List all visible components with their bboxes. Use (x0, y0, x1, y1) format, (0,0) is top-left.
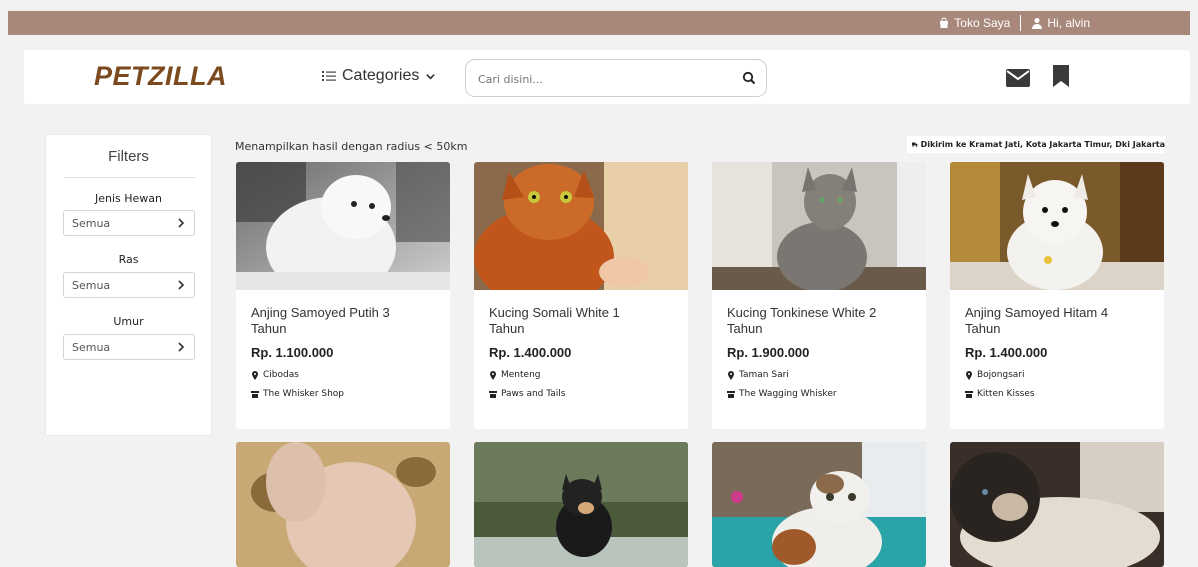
search-box (465, 59, 767, 97)
delivery-location[interactable]: Dikirim ke Kramat Jati, Kota Jakarta Tim… (907, 136, 1165, 153)
store-icon (727, 390, 735, 398)
product-price: Rp. 1.100.000 (251, 345, 334, 360)
results-summary: Menampilkan hasil dengan radius < 50km (235, 140, 468, 153)
shop-text: Paws and Tails (501, 389, 566, 399)
filter-value: Semua (72, 216, 111, 230)
location-pin-icon (252, 370, 258, 380)
product-price: Rp. 1.400.000 (965, 345, 1048, 360)
product-shop[interactable]: Paws and Tails (489, 389, 565, 399)
list-icon (322, 71, 336, 81)
product-price: Rp. 1.400.000 (489, 345, 572, 360)
product-card[interactable]: calico-scottish-fold-cat-photo (712, 442, 926, 567)
filter-label-breed: Ras (118, 253, 139, 266)
shop-text: The Wagging Whisker (739, 389, 837, 399)
my-shop-link[interactable]: Toko Saya (938, 16, 1010, 30)
user-menu[interactable]: Hi, alvin (1031, 16, 1090, 30)
filter-value: Semua (72, 278, 111, 292)
chevron-right-icon (178, 218, 185, 228)
product-image[interactable]: black-shiba-dog-photo (474, 442, 688, 567)
product-image[interactable]: calico-scottish-fold-cat-photo (712, 442, 926, 567)
product-location: Cibodas (251, 370, 299, 380)
my-shop-label: Toko Saya (954, 16, 1011, 30)
product-image[interactable]: white-samoyed-dog-photo (236, 162, 450, 290)
product-image[interactable]: siamese-cat-photo (950, 442, 1164, 567)
product-shop[interactable]: Kitten Kisses (965, 389, 1035, 399)
user-icon (1032, 18, 1043, 29)
filters-title: Filters (108, 148, 149, 165)
product-name[interactable]: Anjing Samoyed Hitam 4 Tahun (965, 305, 1125, 337)
product-name[interactable]: Kucing Somali White 1 Tahun (489, 305, 649, 337)
chevron-right-icon (178, 342, 185, 352)
filter-select-animal-type[interactable]: Semua (63, 210, 195, 236)
categories-dropdown[interactable]: Categories (322, 67, 436, 85)
search-icon[interactable] (742, 71, 756, 85)
filter-label-animal-type: Jenis Hewan (94, 192, 162, 205)
filters-panel: Filters Jenis Hewan Semua Ras Semua Umur… (45, 134, 212, 436)
store-icon (489, 390, 497, 398)
filter-value: Semua (72, 340, 111, 354)
filter-label-age: Umur (113, 315, 144, 328)
location-pin-icon (490, 370, 496, 380)
location-text: Taman Sari (739, 370, 789, 380)
brand-logo[interactable]: PETZILLA (94, 61, 227, 92)
product-image[interactable]: orange-somali-cat-photo (474, 162, 688, 290)
mail-icon[interactable] (1006, 69, 1030, 87)
product-card[interactable]: orange-somali-cat-photo Kucing Somali Wh… (474, 162, 688, 429)
product-price: Rp. 1.900.000 (727, 345, 810, 360)
product-location: Taman Sari (727, 370, 789, 380)
product-shop[interactable]: The Wagging Whisker (727, 389, 837, 399)
top-bar: Toko Saya Hi, alvin (8, 11, 1190, 35)
delivery-text: Dikirim ke Kramat Jati, Kota Jakarta Tim… (920, 140, 1165, 149)
location-pin-icon (966, 370, 972, 380)
product-name[interactable]: Anjing Samoyed Putih 3 Tahun (251, 305, 411, 337)
filter-select-breed[interactable]: Semua (63, 272, 195, 298)
shop-text: The Whisker Shop (263, 389, 345, 399)
main-navbar: PETZILLA Categories (24, 50, 1190, 104)
user-greeting: Hi, alvin (1047, 16, 1090, 30)
filters-divider (64, 177, 196, 178)
product-card[interactable]: samoyed-dog-indoor-photo Anjing Samoyed … (950, 162, 1164, 429)
product-card[interactable]: black-shiba-dog-photo (474, 442, 688, 567)
product-card[interactable]: hairless-sphynx-cat-photo (236, 442, 450, 567)
chevron-down-icon (426, 73, 436, 80)
topbar-divider (1020, 15, 1022, 31)
location-text: Bojongsari (977, 370, 1025, 380)
product-image[interactable]: grey-tonkinese-cat-photo (712, 162, 926, 290)
search-input[interactable] (478, 69, 728, 89)
product-shop[interactable]: The Whisker Shop (251, 389, 344, 399)
filter-select-age[interactable]: Semua (63, 334, 195, 360)
location-text: Cibodas (263, 370, 299, 380)
location-pin-icon (728, 370, 734, 380)
product-image[interactable]: samoyed-dog-indoor-photo (950, 162, 1164, 290)
product-card[interactable]: grey-tonkinese-cat-photo Kucing Tonkines… (712, 162, 926, 429)
chevron-right-icon (178, 280, 185, 290)
categories-label: Categories (342, 67, 420, 84)
product-card[interactable]: siamese-cat-photo (950, 442, 1164, 567)
store-icon (965, 390, 973, 398)
product-image[interactable]: hairless-sphynx-cat-photo (236, 442, 450, 567)
product-card[interactable]: white-samoyed-dog-photo Anjing Samoyed P… (236, 162, 450, 429)
store-icon (251, 390, 259, 398)
product-name[interactable]: Kucing Tonkinese White 2 Tahun (727, 305, 887, 337)
bookmark-icon[interactable] (1053, 65, 1069, 87)
product-location: Bojongsari (965, 370, 1025, 380)
location-text: Menteng (501, 370, 541, 380)
shop-text: Kitten Kisses (977, 389, 1035, 399)
product-location: Menteng (489, 370, 541, 380)
shop-bag-icon (940, 17, 949, 28)
truck-icon (912, 142, 918, 147)
